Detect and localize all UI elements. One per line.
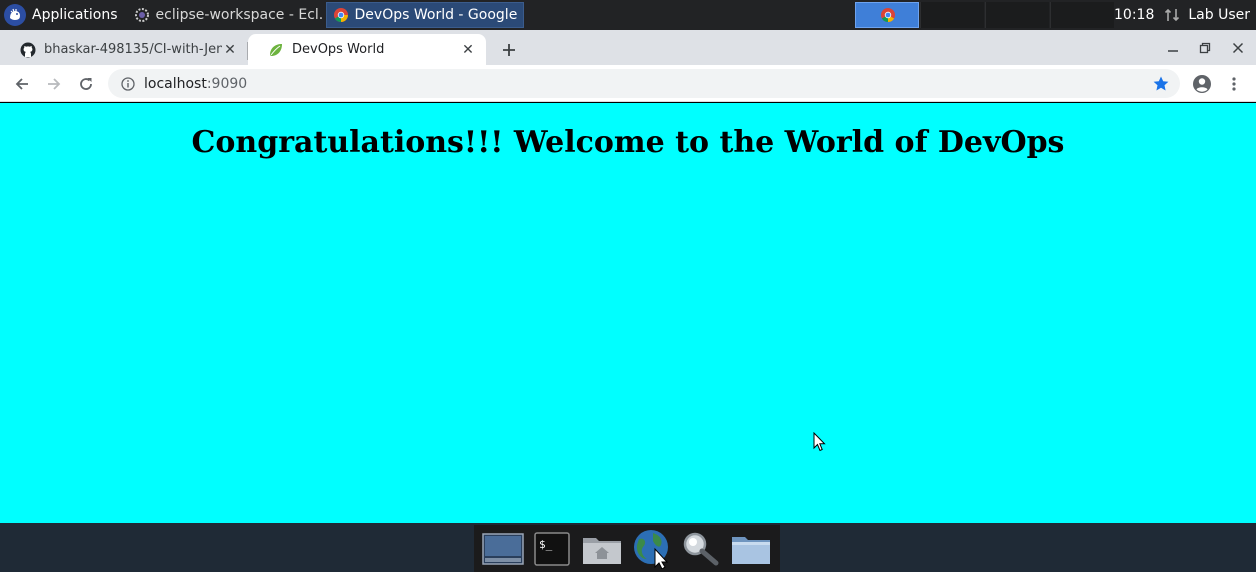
applications-label: Applications	[32, 7, 118, 23]
dock: $_	[474, 525, 780, 572]
chrome-icon	[880, 7, 896, 27]
workspace-4[interactable]	[1050, 2, 1114, 28]
restore-icon[interactable]	[1194, 37, 1216, 59]
network-arrows-icon[interactable]	[1164, 7, 1180, 23]
new-tab-plus-icon[interactable]	[498, 39, 520, 61]
workspace-3[interactable]	[985, 2, 1049, 28]
address-bar[interactable]: localhost:9090	[108, 69, 1180, 98]
kebab-menu-icon[interactable]	[1222, 72, 1246, 96]
reload-icon[interactable]	[74, 72, 98, 96]
task-eclipse[interactable]: eclipse-workspace - Ecl...	[128, 2, 322, 28]
tab-strip: bhaskar-498135/CI-with-Jenkins ✕ DevOps …	[0, 30, 1256, 65]
tab-devops-world-title: DevOps World	[292, 42, 385, 57]
mouse-pointer-icon	[813, 431, 827, 456]
close-window-icon[interactable]	[1227, 37, 1249, 59]
profile-avatar-icon[interactable]	[1190, 72, 1214, 96]
browser-toolbar: localhost:9090	[0, 65, 1256, 102]
chrome-icon	[333, 7, 349, 23]
tab-devops-world-close-icon[interactable]: ✕	[460, 42, 476, 58]
task-chrome-label: DevOps World - Google ...	[354, 7, 524, 23]
url-host: localhost	[144, 75, 207, 92]
tab-github-title: bhaskar-498135/CI-with-Jenkins	[44, 42, 222, 57]
github-icon	[20, 42, 36, 58]
web-page-content: Congratulations!!! Welcome to the World …	[0, 103, 1256, 523]
search-icon[interactable]	[679, 529, 723, 569]
task-chrome[interactable]: DevOps World - Google ...	[325, 2, 524, 28]
xfce-mouse-icon	[4, 4, 26, 26]
tab-github-close-icon[interactable]: ✕	[222, 42, 238, 58]
terminal-icon[interactable]: $_	[530, 529, 574, 569]
panel-tray: 10:18 Lab User	[1114, 0, 1256, 30]
minimize-icon[interactable]	[1162, 37, 1184, 59]
workspace-1[interactable]	[855, 2, 919, 28]
eclipse-gear-icon	[134, 7, 150, 23]
forward-arrow-icon[interactable]	[42, 72, 66, 96]
show-desktop-icon[interactable]	[481, 529, 525, 569]
tab-devops-world[interactable]: DevOps World ✕	[248, 34, 486, 65]
home-folder-icon[interactable]	[580, 529, 624, 569]
files-folder-icon[interactable]	[729, 529, 773, 569]
site-info-icon[interactable]	[120, 76, 136, 92]
back-arrow-icon[interactable]	[10, 72, 34, 96]
bookmark-star-icon[interactable]	[1152, 75, 1170, 93]
spring-leaf-icon	[268, 42, 284, 58]
url-port: :9090	[206, 75, 248, 92]
workspace-2[interactable]	[920, 2, 984, 28]
tab-github[interactable]: bhaskar-498135/CI-with-Jenkins ✕	[0, 34, 248, 65]
page-heading: Congratulations!!! Welcome to the World …	[191, 125, 1065, 160]
web-browser-icon[interactable]	[630, 529, 674, 569]
user-menu[interactable]: Lab User	[1188, 7, 1250, 23]
applications-menu[interactable]: Applications	[0, 0, 128, 30]
svg-text:$_: $_	[539, 538, 553, 551]
top-panel: Applications eclipse-workspace - Ecl... …	[0, 0, 1256, 30]
url-text[interactable]: localhost:9090	[144, 76, 247, 92]
clock[interactable]: 10:18	[1114, 7, 1154, 23]
task-eclipse-label: eclipse-workspace - Ecl...	[155, 7, 322, 23]
